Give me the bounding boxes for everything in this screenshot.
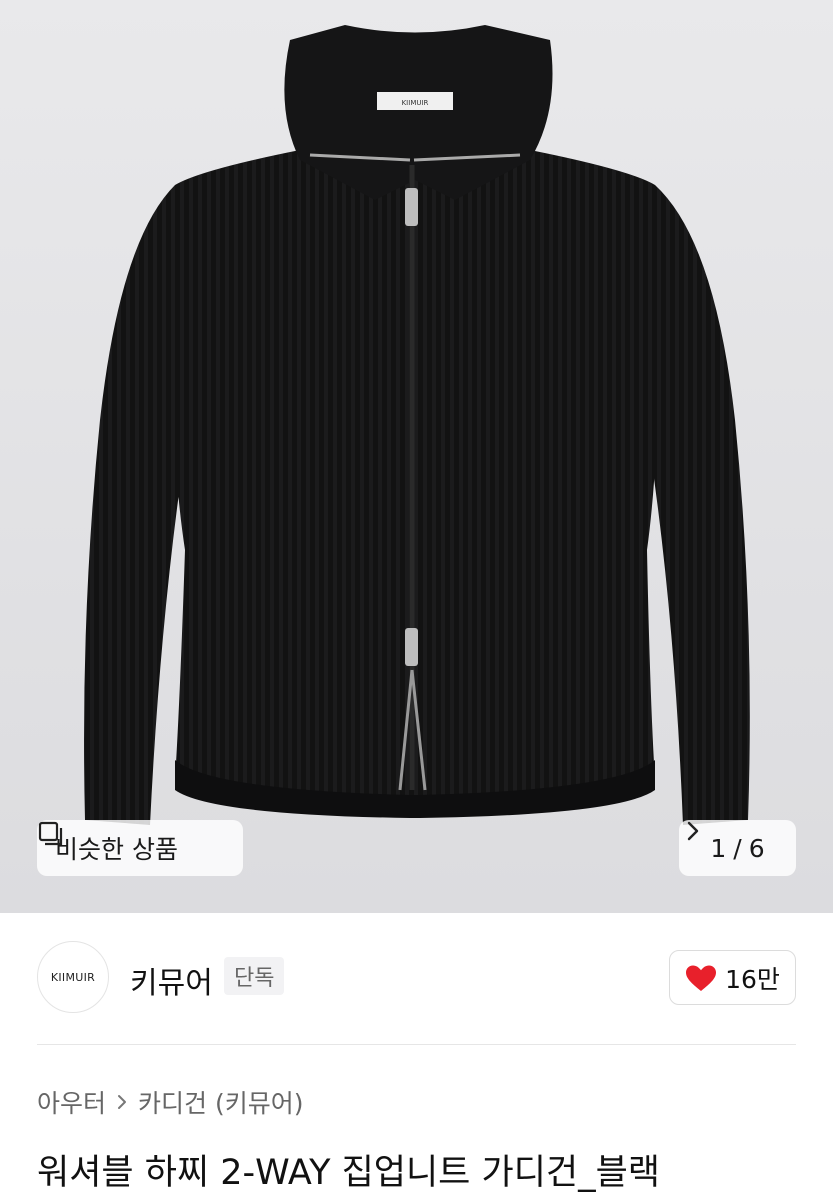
brand-logo[interactable]: KIIMUIR (37, 941, 109, 1013)
breadcrumb: 아우터 카디건 (키뮤어) (37, 1084, 303, 1120)
similar-products-label: 비슷한 상품 (55, 835, 178, 864)
exclusive-badge: 단독 (224, 957, 285, 995)
divider (37, 1044, 796, 1045)
brand-row: KIIMUIR 키뮤어 단독 16만 (0, 940, 833, 1016)
similar-products-icon (38, 821, 63, 846)
zipper-pull-bottom (405, 628, 418, 666)
brand-logo-text: KIIMUIR (50, 970, 96, 984)
pager-total: 6 (748, 833, 765, 863)
pager-current: 1 (710, 833, 727, 863)
breadcrumb-item-cardigan[interactable]: 카디건 (키뮤어) (138, 1084, 303, 1120)
breadcrumb-item-outer[interactable]: 아우터 (37, 1084, 106, 1120)
product-title: 워셔블 하찌 2-WAY 집업니트 가디건_블랙 (37, 1153, 660, 1193)
zipper-pull-top (405, 188, 418, 226)
pager-separator: / (733, 833, 742, 863)
like-button[interactable]: 16만 (669, 950, 796, 1005)
chevron-right-icon[interactable] (685, 820, 701, 842)
chevron-right-icon (118, 1095, 127, 1109)
heart-icon (686, 965, 717, 991)
similar-products-button[interactable]: 비슷한 상품 (37, 820, 243, 876)
product-image-carousel[interactable]: KIIMUIR 비슷한 상품 1 / 6 (0, 0, 833, 913)
image-pager[interactable]: 1 / 6 (679, 820, 796, 876)
brand-name[interactable]: 키뮤어 (130, 958, 213, 1002)
svg-text:KIIMUIR: KIIMUIR (402, 99, 429, 107)
like-count: 16만 (725, 964, 780, 994)
product-photo: KIIMUIR (0, 0, 833, 913)
